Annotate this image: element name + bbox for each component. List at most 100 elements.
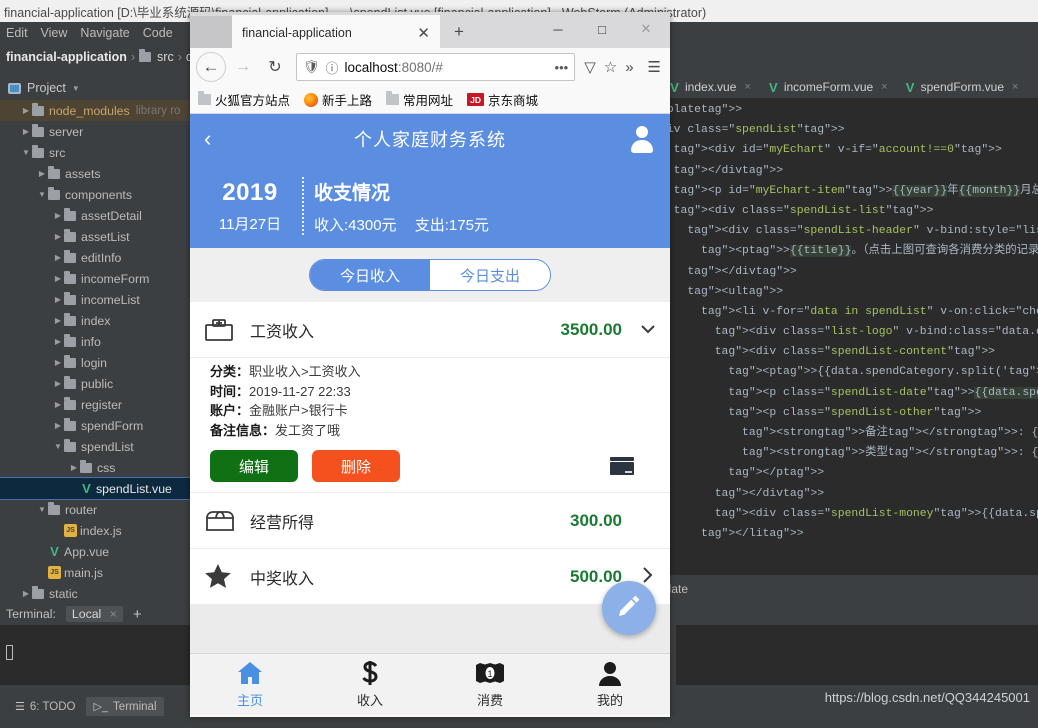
new-tab-icon[interactable]: + bbox=[454, 22, 464, 42]
bookmark-item[interactable]: 新手上路 bbox=[304, 90, 372, 109]
bookmark-item[interactable]: 火狐官方站点 bbox=[198, 90, 290, 109]
tree-item-assetdetail[interactable]: assetDetail bbox=[0, 205, 190, 226]
tree-item-src[interactable]: src bbox=[0, 142, 190, 163]
address-bar[interactable]: 🛡 ⓘ localhost:8080/# ••• bbox=[296, 53, 576, 81]
tree-item-app-vue[interactable]: V App.vue bbox=[0, 541, 190, 562]
tree-item-public[interactable]: public bbox=[0, 373, 190, 394]
overflow-icon[interactable]: » bbox=[622, 59, 636, 76]
menu-item-navigate[interactable]: Navigate bbox=[80, 26, 129, 40]
tree-item-login[interactable]: login bbox=[0, 352, 190, 373]
chevron-down-icon[interactable] bbox=[20, 148, 32, 157]
tree-item-spendform[interactable]: spendForm bbox=[0, 415, 190, 436]
tree-item-main-js[interactable]: JS main.js bbox=[0, 562, 190, 583]
editor-tab-index-vue[interactable]: V index.vue × bbox=[660, 77, 759, 98]
close-icon[interactable]: × bbox=[881, 81, 887, 93]
tree-item-index[interactable]: index bbox=[0, 310, 190, 331]
browser-tab[interactable]: financial-application ✕ bbox=[232, 15, 440, 48]
chevron-right-icon[interactable] bbox=[52, 295, 64, 304]
tree-item-css[interactable]: css bbox=[0, 457, 190, 478]
editor-tab-spendform-vue[interactable]: V spendForm.vue × bbox=[896, 77, 1027, 98]
chevron-right-icon[interactable] bbox=[20, 106, 32, 115]
maximize-button[interactable]: □ bbox=[580, 16, 624, 42]
list-item[interactable]: 工资收入 3500.00 bbox=[190, 302, 670, 358]
chevron-right-icon[interactable] bbox=[52, 253, 64, 262]
chevron-right-icon[interactable] bbox=[52, 358, 64, 367]
add-record-fab[interactable] bbox=[602, 581, 656, 635]
more-icon[interactable]: ••• bbox=[555, 60, 569, 75]
chevron-right-icon[interactable] bbox=[68, 463, 80, 472]
back-chevron-icon[interactable]: ‹ bbox=[204, 128, 211, 150]
tree-item-incomeform[interactable]: incomeForm bbox=[0, 268, 190, 289]
chevron-down-icon[interactable] bbox=[36, 505, 48, 514]
forward-button[interactable]: → bbox=[228, 52, 258, 82]
info-icon[interactable]: ⓘ bbox=[326, 58, 339, 77]
tree-item-info[interactable]: info bbox=[0, 331, 190, 352]
chevron-right-icon[interactable] bbox=[52, 337, 64, 346]
chevron-right-icon[interactable] bbox=[52, 211, 64, 220]
tree-item-node_modules[interactable]: node_modules library ro bbox=[0, 100, 190, 121]
status-todo[interactable]: ☰ 6: TODO bbox=[8, 697, 82, 716]
shield-icon[interactable]: 🛡 bbox=[303, 59, 320, 75]
breadcrumb-project[interactable]: financial-application bbox=[6, 50, 127, 64]
terminal-add-icon[interactable]: + bbox=[133, 606, 142, 623]
project-file-tree[interactable]: node_modules library ro server src assets com… bbox=[0, 100, 190, 600]
chevron-right-icon[interactable] bbox=[52, 274, 64, 283]
editor-tab-bar[interactable]: V index.vue × V incomeForm.vue × V spend… bbox=[660, 76, 1038, 98]
back-button[interactable]: ← bbox=[196, 52, 226, 82]
code-editor[interactable]: mplatetag">> div class="spendList"tag">> … bbox=[660, 98, 1038, 575]
chevron-right-icon[interactable] bbox=[52, 379, 64, 388]
minimize-button[interactable]: ─ bbox=[536, 16, 580, 42]
hamburger-menu-icon[interactable]: ☰ bbox=[645, 58, 664, 76]
chevron-down-icon[interactable] bbox=[36, 190, 48, 199]
tree-item-assets[interactable]: assets bbox=[0, 163, 190, 184]
tree-item-editinfo[interactable]: editInfo bbox=[0, 247, 190, 268]
close-icon[interactable]: × bbox=[744, 81, 750, 93]
close-button[interactable]: ✕ bbox=[624, 16, 668, 42]
tree-item-index-js[interactable]: JS index.js bbox=[0, 520, 190, 541]
tree-item-spendlist-vue[interactable]: VspendList.vue bbox=[0, 477, 190, 500]
chevron-down-icon[interactable] bbox=[52, 442, 64, 451]
status-terminal[interactable]: ▷_ Terminal bbox=[86, 697, 164, 716]
chevron-right-icon[interactable] bbox=[52, 400, 64, 409]
tree-item-router[interactable]: router bbox=[0, 499, 190, 520]
nav-item-收入[interactable]: 收入 bbox=[310, 660, 430, 709]
terminal-output[interactable] bbox=[0, 625, 190, 685]
nav-item-消费[interactable]: 1 消费 bbox=[430, 660, 550, 709]
tree-item-register[interactable]: register bbox=[0, 394, 190, 415]
bookmark-item[interactable]: JD 京东商城 bbox=[467, 90, 538, 109]
chevron-right-icon[interactable] bbox=[20, 127, 32, 136]
chevron-down-icon[interactable] bbox=[640, 321, 655, 338]
tree-item-assetlist[interactable]: assetList bbox=[0, 226, 190, 247]
edit-button[interactable]: 编辑 bbox=[210, 450, 298, 482]
tree-item-static[interactable]: static bbox=[0, 583, 190, 600]
star-icon[interactable]: ☆ bbox=[601, 58, 620, 76]
avatar[interactable] bbox=[628, 125, 656, 153]
terminal-output-right[interactable] bbox=[676, 625, 1038, 685]
menu-item-view[interactable]: View bbox=[41, 26, 68, 40]
pocket-icon[interactable]: ▽ bbox=[581, 58, 599, 76]
close-icon[interactable]: ✕ bbox=[417, 24, 430, 42]
bookmark-item[interactable]: 常用网址 bbox=[386, 90, 453, 109]
chevron-right-icon[interactable] bbox=[20, 589, 32, 598]
chevron-right-icon[interactable] bbox=[52, 316, 64, 325]
chevron-down-icon[interactable]: ▼ bbox=[72, 84, 80, 93]
breadcrumb-src[interactable]: src bbox=[157, 50, 174, 64]
tree-item-incomelist[interactable]: incomeList bbox=[0, 289, 190, 310]
terminal-tab-local[interactable]: Local × bbox=[65, 606, 123, 622]
tree-item-server[interactable]: server bbox=[0, 121, 190, 142]
chevron-right-icon[interactable] bbox=[36, 169, 48, 178]
tree-item-components[interactable]: components bbox=[0, 184, 190, 205]
reload-button[interactable]: ↻ bbox=[260, 52, 290, 82]
delete-button[interactable]: 删除 bbox=[312, 450, 400, 482]
menu-item-code[interactable]: Code bbox=[143, 26, 173, 40]
menu-item-edit[interactable]: Edit bbox=[6, 26, 28, 40]
chevron-right-icon[interactable] bbox=[52, 232, 64, 241]
nav-item-我的[interactable]: 我的 bbox=[550, 660, 670, 709]
tab-today-income[interactable]: 今日收入 bbox=[310, 260, 430, 290]
tab-today-spend[interactable]: 今日支出 bbox=[430, 260, 550, 290]
chevron-right-icon[interactable] bbox=[52, 421, 64, 430]
project-tool-window-header[interactable]: Project ▼ bbox=[0, 76, 190, 100]
editor-tab-incomeform-vue[interactable]: V incomeForm.vue × bbox=[759, 77, 896, 98]
close-icon[interactable]: × bbox=[1012, 81, 1018, 93]
list-item[interactable]: 经营所得 300.00 bbox=[190, 493, 670, 549]
